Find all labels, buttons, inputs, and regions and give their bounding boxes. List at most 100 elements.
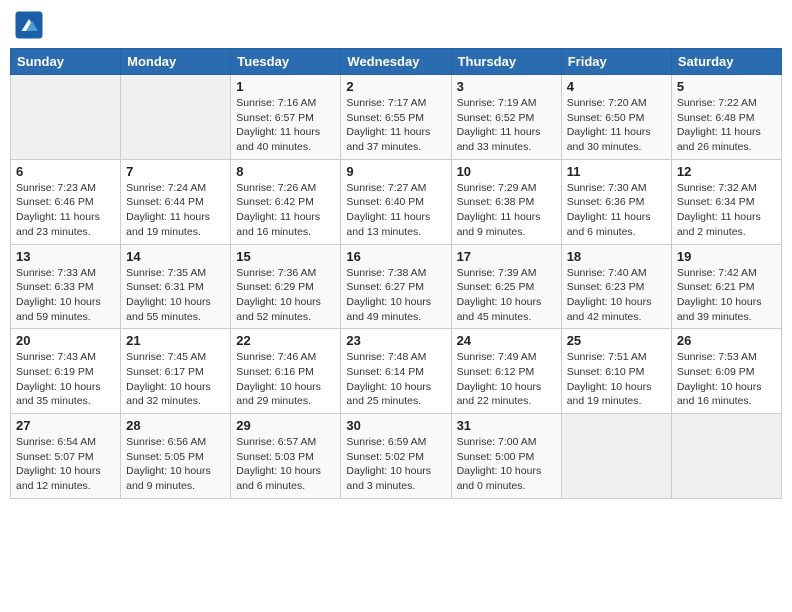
day-cell [671, 414, 781, 499]
day-number: 14 [126, 249, 225, 264]
weekday-header-row: SundayMondayTuesdayWednesdayThursdayFrid… [11, 49, 782, 75]
day-cell: 7Sunrise: 7:24 AM Sunset: 6:44 PM Daylig… [121, 159, 231, 244]
day-number: 9 [346, 164, 445, 179]
day-info: Sunrise: 7:32 AM Sunset: 6:34 PM Dayligh… [677, 181, 776, 240]
day-cell: 18 Sunrise: 7:40 AM Sunset: 6:23 PM Dayli… [561, 244, 671, 329]
logo [14, 10, 48, 40]
day-info: Sunrise: 6:57 AM Sunset: 5:03 PM Dayligh… [236, 435, 335, 494]
weekday-header-saturday: Saturday [671, 49, 781, 75]
day-cell: 26 Sunrise: 7:53 AM Sunset: 6:09 PM Dayli… [671, 329, 781, 414]
day-cell: 6 Sunrise: 7:23 AM Sunset: 6:46 PM Daylig… [11, 159, 121, 244]
day-number: 28 [126, 418, 225, 433]
day-info: Sunrise: 7:30 AM Sunset: 6:36 PM Dayligh… [567, 181, 666, 240]
day-number: 17 [457, 249, 556, 264]
day-number: 30 [346, 418, 445, 433]
day-cell: 25Sunrise: 7:51 AM Sunset: 6:10 PM Dayli… [561, 329, 671, 414]
day-info: Sunrise: 7:46 AM Sunset: 6:16 PM Dayligh… [236, 350, 335, 409]
day-number: 29 [236, 418, 335, 433]
day-number: 26 [677, 333, 776, 348]
day-cell: 28 Sunrise: 6:56 AM Sunset: 5:05 PM Dayli… [121, 414, 231, 499]
day-number: 6 [16, 164, 115, 179]
day-info: Sunrise: 7:38 AM Sunset: 6:27 PM Dayligh… [346, 266, 445, 325]
day-cell: 2 Sunrise: 7:17 AM Sunset: 6:55 PM Daylig… [341, 75, 451, 160]
day-cell: 10 Sunrise: 7:29 AM Sunset: 6:38 PM Dayli… [451, 159, 561, 244]
day-cell: 11 Sunrise: 7:30 AM Sunset: 6:36 PM Dayli… [561, 159, 671, 244]
day-number: 10 [457, 164, 556, 179]
day-info: Sunrise: 7:27 AM Sunset: 6:40 PM Dayligh… [346, 181, 445, 240]
day-number: 31 [457, 418, 556, 433]
day-info: Sunrise: 7:33 AM Sunset: 6:33 PM Dayligh… [16, 266, 115, 325]
day-number: 19 [677, 249, 776, 264]
day-info: Sunrise: 7:20 AM Sunset: 6:50 PM Dayligh… [567, 96, 666, 155]
day-number: 11 [567, 164, 666, 179]
day-info: Sunrise: 7:49 AM Sunset: 6:12 PM Dayligh… [457, 350, 556, 409]
day-cell: 13 Sunrise: 7:33 AM Sunset: 6:33 PM Dayli… [11, 244, 121, 329]
day-number: 1 [236, 79, 335, 94]
day-cell: 22 Sunrise: 7:46 AM Sunset: 6:16 PM Dayli… [231, 329, 341, 414]
day-cell: 5 Sunrise: 7:22 AM Sunset: 6:48 PM Daylig… [671, 75, 781, 160]
weekday-header-wednesday: Wednesday [341, 49, 451, 75]
day-info: Sunrise: 7:39 AM Sunset: 6:25 PM Dayligh… [457, 266, 556, 325]
day-cell [121, 75, 231, 160]
day-info: Sunrise: 7:29 AM Sunset: 6:38 PM Dayligh… [457, 181, 556, 240]
day-number: 8 [236, 164, 335, 179]
day-cell: 21Sunrise: 7:45 AM Sunset: 6:17 PM Dayli… [121, 329, 231, 414]
day-number: 21 [126, 333, 225, 348]
day-info: Sunrise: 7:40 AM Sunset: 6:23 PM Dayligh… [567, 266, 666, 325]
day-cell: 15Sunrise: 7:36 AM Sunset: 6:29 PM Dayli… [231, 244, 341, 329]
day-number: 18 [567, 249, 666, 264]
day-cell: 3 Sunrise: 7:19 AM Sunset: 6:52 PM Daylig… [451, 75, 561, 160]
day-number: 20 [16, 333, 115, 348]
day-number: 24 [457, 333, 556, 348]
day-number: 13 [16, 249, 115, 264]
day-info: Sunrise: 7:51 AM Sunset: 6:10 PM Dayligh… [567, 350, 666, 409]
day-info: Sunrise: 7:17 AM Sunset: 6:55 PM Dayligh… [346, 96, 445, 155]
day-cell: 20 Sunrise: 7:43 AM Sunset: 6:19 PM Dayli… [11, 329, 121, 414]
day-info: Sunrise: 6:59 AM Sunset: 5:02 PM Dayligh… [346, 435, 445, 494]
day-info: Sunrise: 7:00 AM Sunset: 5:00 PM Dayligh… [457, 435, 556, 494]
day-number: 22 [236, 333, 335, 348]
day-number: 4 [567, 79, 666, 94]
day-number: 3 [457, 79, 556, 94]
day-info: Sunrise: 7:43 AM Sunset: 6:19 PM Dayligh… [16, 350, 115, 409]
day-info: Sunrise: 7:48 AM Sunset: 6:14 PM Dayligh… [346, 350, 445, 409]
logo-icon [14, 10, 44, 40]
week-row-3: 13 Sunrise: 7:33 AM Sunset: 6:33 PM Dayli… [11, 244, 782, 329]
day-number: 12 [677, 164, 776, 179]
day-info: Sunrise: 7:19 AM Sunset: 6:52 PM Dayligh… [457, 96, 556, 155]
day-number: 2 [346, 79, 445, 94]
weekday-header-monday: Monday [121, 49, 231, 75]
week-row-5: 27Sunrise: 6:54 AM Sunset: 5:07 PM Dayli… [11, 414, 782, 499]
day-info: Sunrise: 7:26 AM Sunset: 6:42 PM Dayligh… [236, 181, 335, 240]
weekday-header-tuesday: Tuesday [231, 49, 341, 75]
week-row-2: 6 Sunrise: 7:23 AM Sunset: 6:46 PM Daylig… [11, 159, 782, 244]
day-cell: 30 Sunrise: 6:59 AM Sunset: 5:02 PM Dayli… [341, 414, 451, 499]
day-cell: 9 Sunrise: 7:27 AM Sunset: 6:40 PM Daylig… [341, 159, 451, 244]
day-cell: 1 Sunrise: 7:16 AM Sunset: 6:57 PM Daylig… [231, 75, 341, 160]
day-cell: 8 Sunrise: 7:26 AM Sunset: 6:42 PM Daylig… [231, 159, 341, 244]
day-cell: 24 Sunrise: 7:49 AM Sunset: 6:12 PM Dayli… [451, 329, 561, 414]
day-info: Sunrise: 7:22 AM Sunset: 6:48 PM Dayligh… [677, 96, 776, 155]
day-cell: 29 Sunrise: 6:57 AM Sunset: 5:03 PM Dayli… [231, 414, 341, 499]
day-info: Sunrise: 7:23 AM Sunset: 6:46 PM Dayligh… [16, 181, 115, 240]
week-row-4: 20 Sunrise: 7:43 AM Sunset: 6:19 PM Dayli… [11, 329, 782, 414]
day-cell: 31 Sunrise: 7:00 AM Sunset: 5:00 PM Dayli… [451, 414, 561, 499]
day-info: Sunrise: 7:24 AM Sunset: 6:44 PM Dayligh… [126, 181, 225, 240]
day-info: Sunrise: 6:56 AM Sunset: 5:05 PM Dayligh… [126, 435, 225, 494]
weekday-header-friday: Friday [561, 49, 671, 75]
day-info: Sunrise: 7:35 AM Sunset: 6:31 PM Dayligh… [126, 266, 225, 325]
day-cell [11, 75, 121, 160]
day-cell: 12 Sunrise: 7:32 AM Sunset: 6:34 PM Dayli… [671, 159, 781, 244]
day-info: Sunrise: 7:16 AM Sunset: 6:57 PM Dayligh… [236, 96, 335, 155]
day-number: 16 [346, 249, 445, 264]
day-info: Sunrise: 7:42 AM Sunset: 6:21 PM Dayligh… [677, 266, 776, 325]
day-cell: 16 Sunrise: 7:38 AM Sunset: 6:27 PM Dayli… [341, 244, 451, 329]
day-cell: 17 Sunrise: 7:39 AM Sunset: 6:25 PM Dayli… [451, 244, 561, 329]
day-number: 5 [677, 79, 776, 94]
day-info: Sunrise: 7:53 AM Sunset: 6:09 PM Dayligh… [677, 350, 776, 409]
day-cell: 27Sunrise: 6:54 AM Sunset: 5:07 PM Dayli… [11, 414, 121, 499]
header [10, 10, 782, 40]
day-number: 15 [236, 249, 335, 264]
day-cell: 14 Sunrise: 7:35 AM Sunset: 6:31 PM Dayli… [121, 244, 231, 329]
weekday-header-thursday: Thursday [451, 49, 561, 75]
